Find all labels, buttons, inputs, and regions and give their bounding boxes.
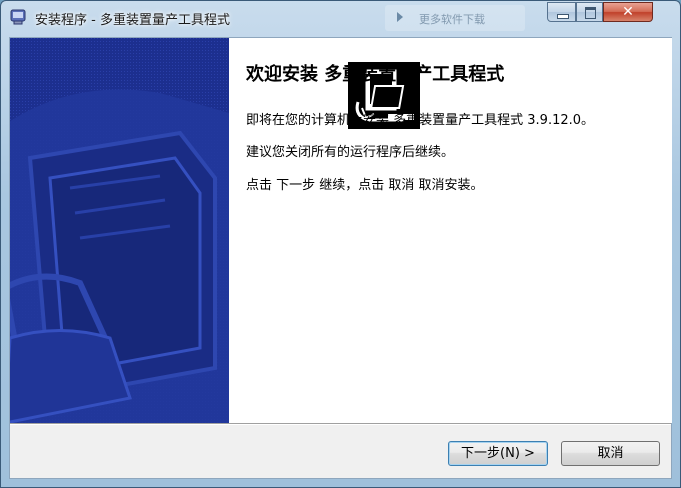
minimize-button[interactable] (547, 2, 576, 22)
maximize-button[interactable] (576, 2, 603, 22)
installer-window: 安装程序 - 多重装置量产工具程式 更多软件下载 ✕ 欢迎安装 多重装置量产工具… (0, 0, 681, 488)
install-info-text: 即将在您的计算机上安装 多重装置量产工具程式 3.9.12.0。 (246, 113, 595, 128)
close-programs-text: 建议您关闭所有的运行程序后继续。 (246, 145, 455, 160)
close-button[interactable]: ✕ (603, 2, 653, 22)
welcome-heading: 欢迎安装 多重装置量产工具程式 (246, 64, 505, 85)
footer-separator (10, 423, 671, 425)
close-icon: ✕ (622, 4, 634, 20)
window-title: 安装程序 - 多重装置量产工具程式 (35, 13, 230, 28)
next-button[interactable]: 下一步(N) > (448, 441, 548, 466)
cancel-button[interactable]: 取消 (561, 441, 660, 466)
installer-app-icon (10, 9, 26, 25)
wizard-banner-image (10, 38, 229, 423)
computer-illustration (10, 38, 229, 423)
title-bar[interactable]: 安装程序 - 多重装置量产工具程式 更多软件下载 ✕ (1, 1, 680, 37)
wizard-content-panel: 欢迎安装 多重装置量产工具程式 即将在您的计算机上安装 多重装置量产工具程式 3… (229, 38, 672, 423)
maximize-icon (585, 7, 596, 19)
instructions-text: 点击 下一步 继续，点击 取消 取消安装。 (246, 178, 484, 193)
minimize-icon (557, 14, 569, 19)
wizard-client-area: 欢迎安装 多重装置量产工具程式 即将在您的计算机上安装 多重装置量产工具程式 3… (9, 37, 672, 479)
background-window-arrow-icon (397, 12, 403, 22)
background-window-title: 更多软件下载 (419, 13, 485, 26)
